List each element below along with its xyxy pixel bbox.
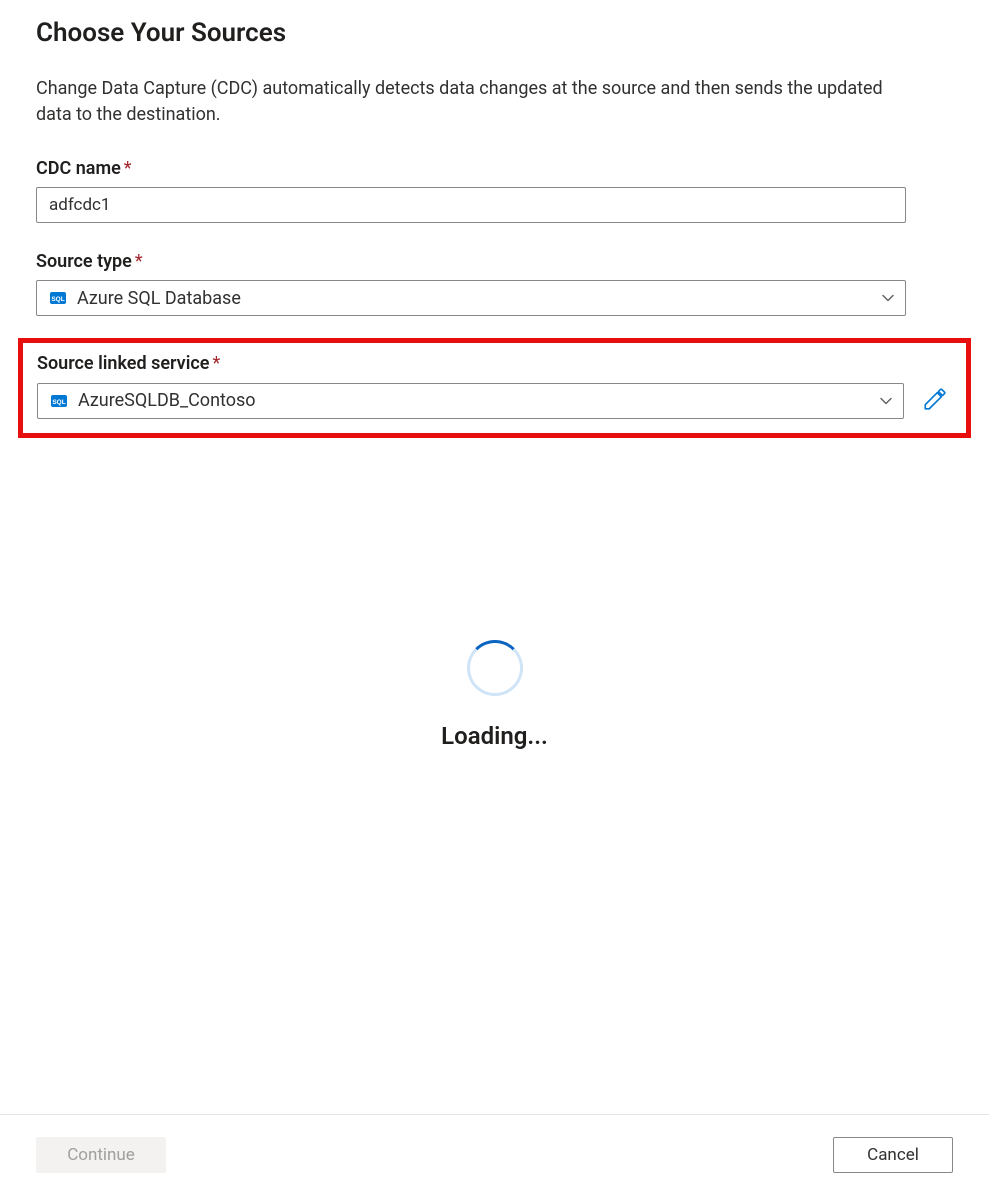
spinner-icon bbox=[467, 640, 523, 696]
chevron-down-icon bbox=[879, 394, 893, 408]
page-description: Change Data Capture (CDC) automatically … bbox=[36, 76, 916, 128]
sql-database-icon: SQL bbox=[49, 289, 67, 307]
linked-service-value: AzureSQLDB_Contoso bbox=[78, 390, 869, 411]
required-asterisk: * bbox=[212, 353, 220, 374]
svg-text:SQL: SQL bbox=[51, 296, 64, 303]
linked-service-label: Source linked service* bbox=[37, 353, 952, 374]
cdc-name-field-group: CDC name* bbox=[36, 158, 953, 223]
cdc-name-input[interactable] bbox=[36, 187, 906, 223]
page-title: Choose Your Sources bbox=[36, 18, 953, 48]
edit-linked-service-button[interactable] bbox=[918, 382, 952, 419]
sql-database-icon: SQL bbox=[50, 392, 68, 410]
svg-text:SQL: SQL bbox=[52, 399, 65, 406]
cdc-name-label: CDC name* bbox=[36, 158, 953, 179]
chevron-down-icon bbox=[881, 291, 895, 305]
linked-service-field-group: Source linked service* SQL AzureSQLDB_Co… bbox=[37, 353, 952, 419]
required-asterisk: * bbox=[135, 251, 143, 272]
source-type-field-group: Source type* SQL Azure SQL Database bbox=[36, 251, 953, 316]
required-asterisk: * bbox=[124, 158, 132, 179]
linked-service-dropdown[interactable]: SQL AzureSQLDB_Contoso bbox=[37, 383, 904, 419]
source-type-label-text: Source type bbox=[36, 251, 132, 272]
continue-button: Continue bbox=[36, 1137, 166, 1173]
source-type-dropdown[interactable]: SQL Azure SQL Database bbox=[36, 280, 906, 316]
pencil-icon bbox=[922, 386, 948, 415]
cancel-button[interactable]: Cancel bbox=[833, 1137, 953, 1173]
footer: Continue Cancel bbox=[0, 1114, 989, 1194]
source-type-value: Azure SQL Database bbox=[77, 288, 871, 309]
loading-text: Loading... bbox=[441, 722, 548, 750]
source-type-label: Source type* bbox=[36, 251, 953, 272]
linked-service-label-text: Source linked service bbox=[37, 353, 209, 374]
linked-service-highlight: Source linked service* SQL AzureSQLDB_Co… bbox=[18, 338, 971, 438]
cdc-name-label-text: CDC name bbox=[36, 158, 121, 179]
loading-indicator: Loading... bbox=[0, 640, 989, 750]
